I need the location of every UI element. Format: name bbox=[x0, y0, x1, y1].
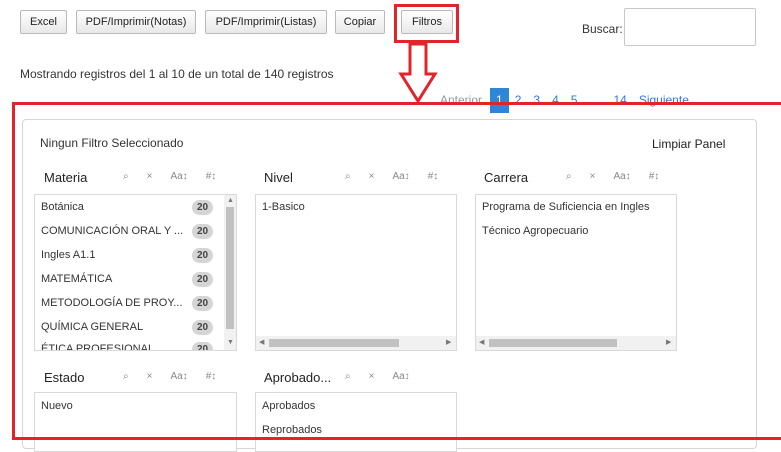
search-input[interactable] bbox=[624, 8, 756, 46]
pdf-listas-button[interactable]: PDF/Imprimir(Listas) bbox=[205, 10, 327, 34]
pdf-notas-button[interactable]: PDF/Imprimir(Notas) bbox=[76, 10, 196, 34]
filtros-highlight-box bbox=[394, 4, 459, 43]
search-label: Buscar: bbox=[582, 22, 623, 36]
copiar-button[interactable]: Copiar bbox=[335, 10, 385, 34]
search-panes-highlight-box bbox=[12, 102, 781, 440]
records-info: Mostrando registros del 1 al 10 de un to… bbox=[20, 67, 334, 81]
excel-button[interactable]: Excel bbox=[20, 10, 67, 34]
